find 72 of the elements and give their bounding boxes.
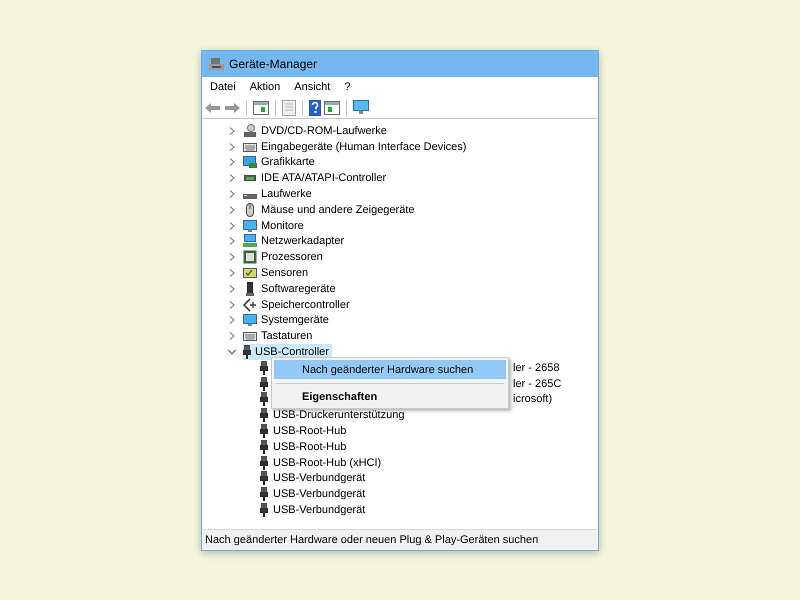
tree-item[interactable]: Monitore	[243, 218, 307, 234]
tree-item[interactable]: Sensoren	[243, 265, 312, 281]
menu-item[interactable]: Eigenschaften	[274, 387, 506, 406]
tree-item[interactable]: DVD/CD-ROM-Laufwerke	[243, 123, 390, 139]
menu-item[interactable]: ?	[339, 79, 356, 95]
tree-item[interactable]: USB-Verbundgerät	[273, 504, 366, 516]
tree-item[interactable]: USB-Verbundgerät	[273, 488, 366, 500]
sheet-icon[interactable]	[282, 100, 296, 116]
connector-icon	[243, 298, 257, 312]
tree-item[interactable]: Systemgeräte	[243, 312, 332, 328]
mouse-icon	[243, 202, 257, 217]
back-arrow-icon[interactable]	[205, 102, 221, 114]
tree-item[interactable]: icrosoft)	[513, 393, 552, 406]
tree-item[interactable]: Mäuse und andere Zeigegeräte	[243, 202, 418, 218]
tree-item[interactable]: Laufwerke	[243, 186, 315, 202]
chip-icon	[243, 250, 257, 264]
tree-item[interactable]: Speichercontroller	[243, 296, 353, 313]
sensor-icon	[243, 266, 257, 280]
expand-chevron-icon[interactable]	[228, 316, 236, 324]
tree-item[interactable]: Netzwerkadapter	[243, 234, 348, 250]
expand-chevron-icon[interactable]	[228, 237, 236, 246]
usb-plug-icon	[260, 408, 268, 422]
drive-icon	[243, 194, 257, 199]
expand-chevron-icon[interactable]	[228, 300, 236, 309]
expand-chevron-icon[interactable]	[228, 190, 236, 198]
menu-item[interactable]: Nach geänderter Hardware suchen	[274, 360, 506, 379]
tree-item[interactable]: USB-Root-Hub (xHCI)	[273, 456, 382, 469]
window-icon[interactable]	[253, 100, 269, 114]
monitor-icon	[243, 218, 257, 233]
tree-item[interactable]: Tastaturen	[243, 328, 316, 344]
forward-arrow-icon[interactable]	[224, 102, 240, 114]
window-icon[interactable]	[324, 100, 340, 114]
expand-chevron-icon[interactable]	[228, 284, 236, 293]
expand-chevron-icon[interactable]	[228, 142, 236, 151]
expand-chevron-icon[interactable]	[228, 222, 236, 230]
window-title: Geräte-Manager	[229, 57, 318, 71]
status-text: Nach geänderter Hardware oder neuen Plug & Play-Geräten suchen	[205, 534, 538, 546]
expand-chevron-icon[interactable]	[228, 206, 236, 214]
monitor-icon[interactable]	[353, 100, 369, 115]
graphics-card-icon	[243, 155, 257, 170]
keyboard-icon	[243, 329, 257, 344]
monitor-icon	[243, 313, 257, 328]
tree-item[interactable]: Grafikkarte	[243, 154, 318, 170]
usb-plug-icon	[243, 345, 251, 360]
expand-chevron-icon[interactable]	[228, 126, 236, 135]
collapse-chevron-icon[interactable]	[228, 348, 236, 356]
computer-icon	[209, 57, 224, 71]
usb-plug-icon	[260, 503, 268, 518]
expand-chevron-icon[interactable]	[228, 253, 236, 262]
menu-item[interactable]: Ansicht	[289, 79, 336, 95]
network-icon	[243, 234, 257, 248]
tree-item[interactable]: IDE ATA/ATAPI-Controller	[243, 170, 390, 186]
tree-item[interactable]: ler - 265C	[513, 378, 562, 390]
usb-plug-icon	[260, 360, 268, 375]
tree-item[interactable]: USB-Verbundgerät	[273, 472, 366, 484]
drive-icon	[243, 124, 257, 138]
device-icon	[243, 282, 257, 296]
tree-item[interactable]: USB-Root-Hub	[273, 425, 346, 438]
expand-chevron-icon[interactable]	[228, 174, 236, 182]
expand-chevron-icon[interactable]	[228, 269, 236, 278]
help-icon[interactable]	[309, 100, 321, 116]
menu-item[interactable]: Aktion	[244, 79, 286, 95]
menu-item[interactable]: Datei	[205, 79, 241, 95]
tree-item[interactable]: USB-Druckerunterstützung	[273, 409, 404, 422]
tree-item[interactable]: Prozessoren	[243, 249, 326, 266]
expand-chevron-icon[interactable]	[228, 158, 236, 166]
tree-item[interactable]: Softwaregeräte	[243, 280, 339, 297]
tree-item[interactable]: Eingabegeräte (Human Interface Devices)	[243, 138, 470, 155]
tree-item[interactable]: USB-Root-Hub	[273, 440, 346, 453]
expand-chevron-icon[interactable]	[228, 332, 236, 340]
tree-item[interactable]: ler - 2658	[513, 362, 560, 374]
usb-plug-icon	[260, 487, 268, 502]
